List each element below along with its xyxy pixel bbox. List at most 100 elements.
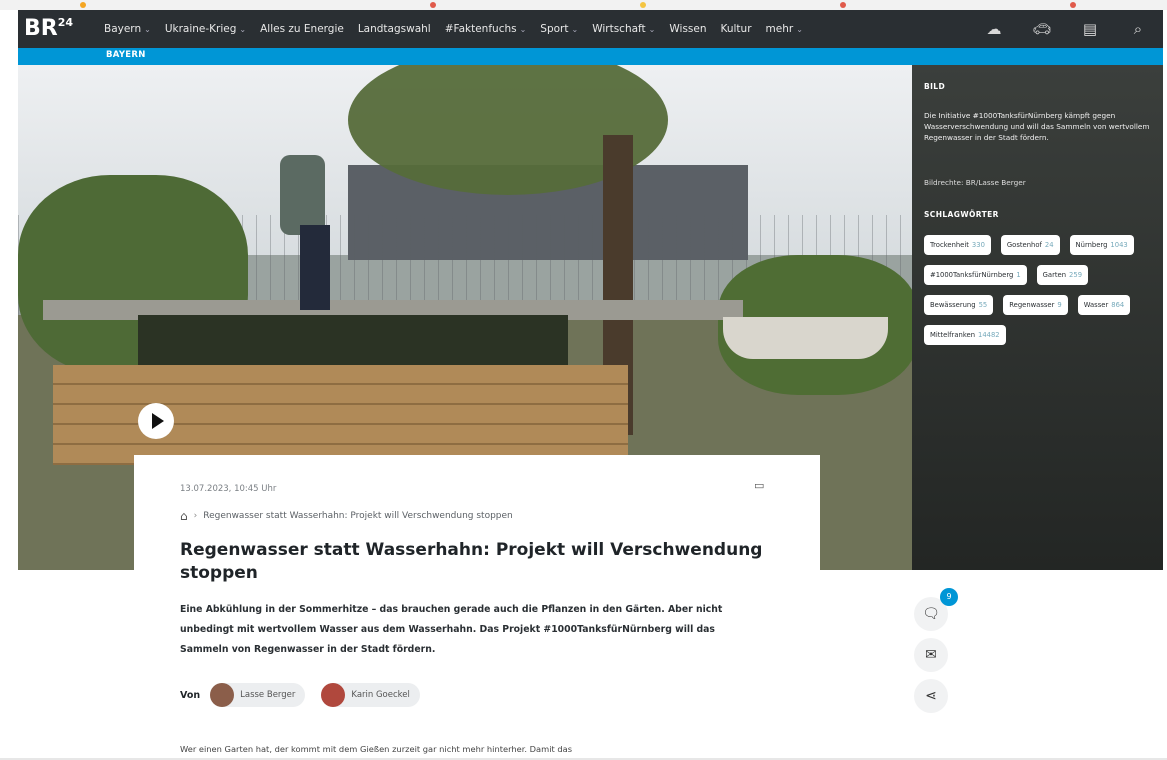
tag-chip[interactable]: Bewässerung 55 (924, 295, 994, 315)
region-bar: BAYERN (18, 48, 1163, 65)
tag-count: 24 (1044, 241, 1054, 249)
nav-item-label: #Faktenfuchs (444, 23, 517, 35)
chevron-down-icon: ⌄ (519, 25, 527, 34)
tab-favicon (80, 2, 86, 8)
tag-chip[interactable]: Mittelfranken 14482 (924, 325, 1006, 345)
tag-chip[interactable]: Trockenheit 330 (924, 235, 991, 255)
nav-icons: ☁ 🚗︎ ▤ ⌕ (961, 10, 1153, 48)
nav-item-label: Sport (540, 23, 569, 35)
author-name: Lasse Berger (240, 690, 296, 700)
nav-item-label: mehr (765, 23, 794, 35)
tag-chip[interactable]: Gostenhof 24 (1000, 235, 1060, 255)
region-label[interactable]: BAYERN (106, 50, 146, 60)
article-teaser: Eine Abkühlung in der Sommerhitze – das … (180, 604, 723, 655)
tag-count: 1043 (1110, 241, 1128, 249)
nav-item-alles-zu-energie[interactable]: Alles zu Energie (260, 23, 344, 35)
nav-item-bayern[interactable]: Bayern ⌄ (104, 23, 151, 35)
tag-name: Nürnberg (1075, 241, 1108, 249)
news-icon[interactable]: ▤ (1075, 20, 1105, 38)
tag-count: 1 (1016, 271, 1021, 279)
traffic-car-icon[interactable]: 🚗︎ (1027, 20, 1057, 38)
breadcrumb-separator-icon: › (193, 511, 198, 521)
chevron-down-icon: ⌄ (796, 25, 803, 34)
share-icon: ⋖ (925, 688, 937, 704)
tag-name: Mittelfranken (930, 331, 975, 339)
article-body-text: Wer einen Garten hat, der kommt mit dem … (180, 744, 573, 754)
tag-name: #1000TanksfürNürnberg (930, 271, 1014, 279)
tag-count: 14482 (978, 331, 1000, 339)
tag-chip[interactable]: Wasser 864 (1077, 295, 1131, 315)
main-navigation: BR24 Bayern ⌄ Ukraine-Krieg ⌄ Alles zu Energ… (18, 10, 1163, 48)
weather-icon[interactable]: ☁ (979, 20, 1009, 38)
tag-name: Trockenheit (930, 241, 969, 249)
browser-top-strip (0, 0, 1167, 10)
nav-item-label: Wirtschaft (592, 23, 646, 35)
article-card: 13.07.2023, 10:45 Uhr ▭ ⌂ › Regenwasser … (134, 455, 820, 760)
tab-favicon (640, 2, 646, 8)
nav-item-sport[interactable]: Sport ⌄ (540, 23, 578, 35)
nav-item-wirtschaft[interactable]: Wirtschaft ⌄ (592, 23, 655, 35)
breadcrumb-current: Regenwasser statt Wasserhahn: Projekt wi… (203, 511, 513, 521)
email-share-button[interactable]: ✉ (914, 638, 948, 672)
chevron-down-icon: ⌄ (239, 25, 247, 34)
tag-chip[interactable]: Nürnberg 1043 (1069, 235, 1134, 255)
tags-label: SCHLAGWÖRTER (924, 210, 999, 219)
tag-chip[interactable]: Garten 259 (1036, 265, 1089, 285)
tag-name: Bewässerung (930, 301, 976, 309)
video-play-button[interactable] (138, 403, 174, 439)
image-label: BILD (924, 82, 946, 91)
breadcrumb: ⌂ › Regenwasser statt Wasserhahn: Projek… (180, 509, 513, 523)
share-button[interactable]: ⋖ (914, 679, 948, 713)
comment-count-badge: 9 (940, 588, 958, 606)
author-name: Karin Goeckel (351, 690, 410, 700)
tag-name: Gostenhof (1006, 241, 1042, 249)
video-camera-icon: ▭ (754, 479, 765, 492)
br24-logo[interactable]: BR24 (18, 10, 76, 48)
nav-item-label: Wissen (669, 23, 707, 35)
tag-count: 9 (1057, 301, 1062, 309)
nav-item-kultur[interactable]: Kultur (721, 23, 752, 35)
tag-list: Trockenheit 330 Gostenhof 24 Nürnberg 1043 #10… (924, 235, 1154, 345)
image-caption: Die Initiative #1000TanksfürNürnberg käm… (924, 111, 1150, 142)
nav-item-faktenfuchs[interactable]: #Faktenfuchs ⌄ (445, 23, 527, 35)
author-chip[interactable]: Lasse Berger (210, 683, 306, 707)
tag-count: 259 (1069, 271, 1083, 279)
nav-item-label: Alles zu Energie (260, 23, 344, 35)
nav-item-label: Kultur (720, 23, 752, 35)
chevron-down-icon: ⌄ (144, 25, 151, 34)
tag-chip[interactable]: #1000TanksfürNürnberg 1 (924, 265, 1027, 285)
image-info-sidebar: BILD Die Initiative #1000TanksfürNürnber… (912, 65, 1163, 570)
author-chip[interactable]: Karin Goeckel (321, 683, 420, 707)
tag-count: 55 (978, 301, 988, 309)
tab-favicon (840, 2, 846, 8)
nav-item-mehr[interactable]: mehr ⌄ (766, 23, 803, 35)
home-icon[interactable]: ⌂ (180, 509, 188, 523)
tag-name: Wasser (1083, 301, 1109, 309)
hero-person-legs (300, 225, 330, 310)
image-credit: Bildrechte: BR/Lasse Berger (924, 178, 1026, 187)
hero-bathtub (723, 317, 888, 359)
tag-name: Regenwasser (1009, 301, 1055, 309)
article-date: 13.07.2023, 10:45 Uhr (180, 484, 277, 494)
tag-count: 330 (971, 241, 985, 249)
nav-item-label: Bayern (104, 23, 142, 35)
tab-favicon (430, 2, 436, 8)
tag-count: 864 (1111, 301, 1125, 309)
nav-item-landtagswahl[interactable]: Landtagswahl (358, 23, 431, 35)
tag-chip[interactable]: Regenwasser 9 (1003, 295, 1068, 315)
author-list: Von Lasse Berger Karin Goeckel (180, 683, 436, 707)
hero-person (280, 155, 325, 235)
comment-icon: 🗨︎ (922, 606, 940, 622)
tab-favicon (1070, 2, 1076, 8)
chevron-down-icon: ⌄ (571, 25, 579, 34)
nav-item-wissen[interactable]: Wissen (669, 23, 706, 35)
by-label: Von (180, 689, 201, 701)
nav-item-ukraine-krieg[interactable]: Ukraine-Krieg ⌄ (165, 23, 246, 35)
nav-items: Bayern ⌄ Ukraine-Krieg ⌄ Alles zu Energie Lan… (104, 10, 817, 48)
search-icon[interactable]: ⌕ (1123, 20, 1153, 38)
nav-item-label: Landtagswahl (357, 23, 431, 35)
tag-name: Garten (1042, 271, 1067, 279)
avatar (321, 683, 346, 707)
chevron-down-icon: ⌄ (648, 25, 656, 34)
nav-item-label: Ukraine-Krieg (164, 23, 237, 35)
